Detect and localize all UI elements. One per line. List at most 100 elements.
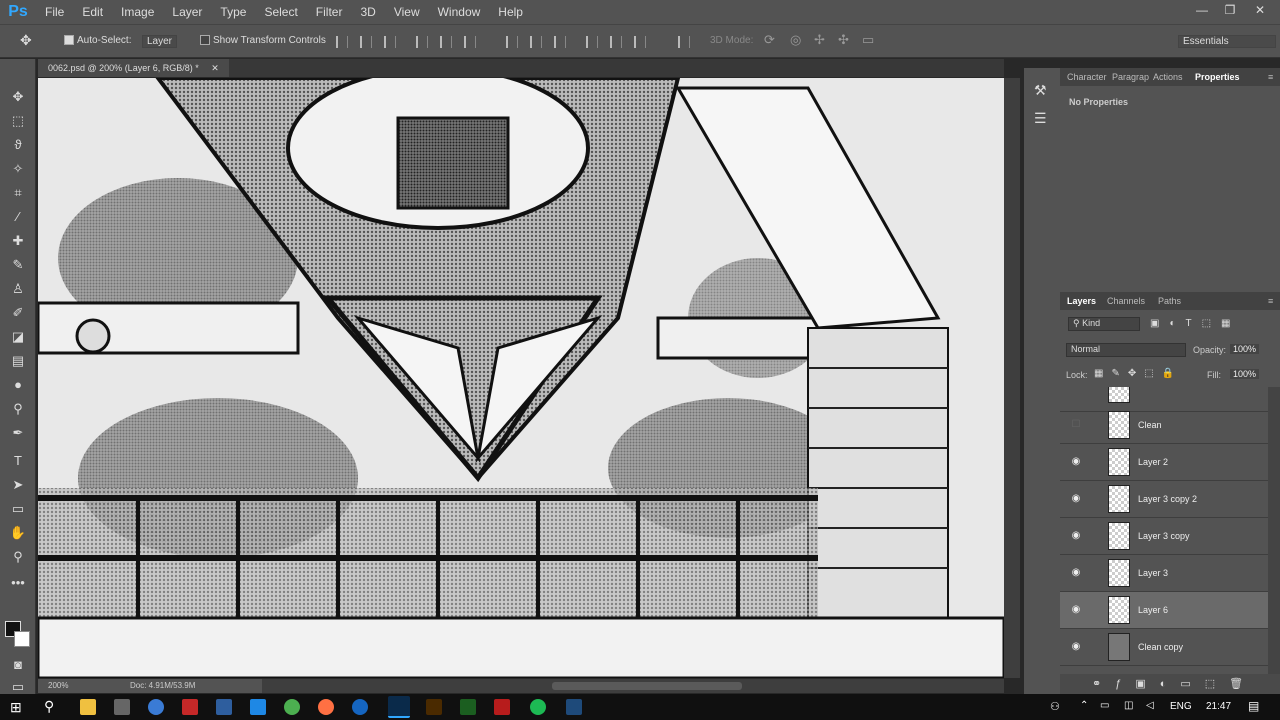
3d-orbit-icon[interactable]: ⟳ <box>764 32 775 48</box>
distribute-vcenter-icon[interactable] <box>530 36 542 48</box>
layer-row[interactable]: ◉ Layer 3 copy <box>1060 518 1268 555</box>
adjustments-panel-icon[interactable]: ☰ <box>1034 110 1047 127</box>
tab-layers[interactable]: Layers <box>1067 296 1096 306</box>
3d-slide-icon[interactable]: ✣ <box>838 32 849 48</box>
healing-brush-icon[interactable]: ✚ <box>8 231 28 251</box>
history-panel-icon[interactable]: ⚒ <box>1034 82 1047 99</box>
visibility-eye-icon[interactable]: ◉ <box>1070 604 1082 616</box>
opacity-value[interactable]: 100% <box>1230 344 1260 354</box>
close-icon[interactable]: ✕ <box>1244 0 1276 20</box>
menu-edit[interactable]: Edit <box>73 0 112 24</box>
zoom-tool-icon[interactable]: ⚲ <box>8 547 28 567</box>
align-bottom-icon[interactable] <box>384 36 396 48</box>
notifications-icon[interactable]: ▤ <box>1248 699 1259 713</box>
layer-filter-icons[interactable]: ▣◐T⬚▦ <box>1150 318 1241 329</box>
visibility-eye-icon[interactable]: ◉ <box>1070 641 1082 653</box>
auto-select-checkbox[interactable]: Auto-Select: <box>64 35 131 46</box>
illustrator-icon[interactable] <box>426 699 442 715</box>
tab-channels[interactable]: Channels <box>1107 296 1145 306</box>
app-icon[interactable] <box>216 699 232 715</box>
horizontal-scroll-thumb[interactable] <box>552 682 742 690</box>
visibility-eye-icon[interactable]: ◉ <box>1070 530 1082 542</box>
menu-file[interactable]: File <box>36 0 73 24</box>
tab-paragraph[interactable]: Paragrap <box>1112 72 1149 82</box>
workspace-dropdown[interactable]: Essentials <box>1178 35 1276 48</box>
edge-icon[interactable] <box>352 699 368 715</box>
distribute-left-icon[interactable] <box>586 36 598 48</box>
layer-row[interactable]: ◉ Layer 3 <box>1060 555 1268 592</box>
tab-character[interactable]: Character <box>1067 72 1107 82</box>
panel-menu-icon[interactable]: ≡ <box>1268 72 1273 82</box>
align-right-icon[interactable] <box>464 36 476 48</box>
layer-row[interactable]: ◉ Layer 2 <box>1060 444 1268 481</box>
layer-row[interactable]: ☐ Clean <box>1060 407 1268 444</box>
tab-properties[interactable]: Properties <box>1195 72 1240 82</box>
layers-menu-icon[interactable]: ≡ <box>1268 296 1273 306</box>
background-color-swatch[interactable] <box>14 631 30 647</box>
document-tab[interactable]: 0062.psd @ 200% (Layer 6, RGB/8) * ✕ <box>38 59 229 77</box>
menu-3d[interactable]: 3D <box>351 0 384 24</box>
more-tools-icon[interactable]: ••• <box>8 573 28 593</box>
browser-icon[interactable] <box>148 699 164 715</box>
brush-tool-icon[interactable]: ✎ <box>8 255 28 275</box>
menu-type[interactable]: Type <box>211 0 255 24</box>
filezilla-icon[interactable] <box>182 699 198 715</box>
align-left-icon[interactable] <box>416 36 428 48</box>
quick-mask-icon[interactable]: ◙ <box>8 655 28 675</box>
lasso-tool-icon[interactable]: ϑ <box>8 135 28 155</box>
align-top-icon[interactable] <box>336 36 348 48</box>
photoshop-taskbar-icon[interactable] <box>388 696 410 718</box>
spotify-icon[interactable] <box>530 699 546 715</box>
blur-tool-icon[interactable]: ● <box>8 375 28 395</box>
auto-select-dropdown[interactable]: Layer <box>142 35 178 48</box>
fill-value[interactable]: 100% <box>1230 369 1260 379</box>
3d-roll-icon[interactable]: ◎ <box>790 32 801 48</box>
terminal-icon[interactable] <box>114 699 130 715</box>
distribute-top-icon[interactable] <box>506 36 518 48</box>
windows-start-icon[interactable]: ⊞ <box>10 699 26 715</box>
menu-help[interactable]: Help <box>489 0 532 24</box>
type-tool-icon[interactable]: T <box>8 451 28 471</box>
app-icon[interactable] <box>566 699 582 715</box>
battery-icon[interactable]: ▭ <box>1100 700 1109 711</box>
tray-arrow-icon[interactable]: ⌃ <box>1080 700 1088 711</box>
distribute-hcenter-icon[interactable] <box>610 36 622 48</box>
rectangle-tool-icon[interactable]: ▭ <box>8 499 28 519</box>
hand-tool-icon[interactable]: ✋ <box>8 523 28 543</box>
tab-actions[interactable]: Actions <box>1153 72 1183 82</box>
netflix-icon[interactable] <box>494 699 510 715</box>
file-explorer-icon[interactable] <box>80 699 96 715</box>
eraser-icon[interactable]: ◪ <box>8 327 28 347</box>
visibility-off-icon[interactable]: ☐ <box>1070 419 1082 431</box>
app-icon[interactable] <box>460 699 476 715</box>
pen-tool-icon[interactable]: ✒ <box>8 423 28 443</box>
marquee-tool-icon[interactable]: ⬚ <box>8 111 28 131</box>
menu-filter[interactable]: Filter <box>307 0 352 24</box>
restore-icon[interactable]: ❐ <box>1214 0 1246 20</box>
blend-mode-dropdown[interactable]: Normal <box>1066 343 1186 357</box>
lock-icons[interactable]: ▦✎✥⬚🔒 <box>1094 368 1182 379</box>
visibility-eye-icon[interactable]: ◉ <box>1070 456 1082 468</box>
search-icon[interactable]: ⚲ <box>44 698 54 715</box>
close-tab-icon[interactable]: ✕ <box>211 63 219 73</box>
layers-footer-icons[interactable]: ⚭ƒ▣◐▭⬚🗑 <box>1060 674 1280 694</box>
layer-row[interactable]: ◉ Clean copy <box>1060 629 1268 666</box>
layer-row[interactable]: ◉ Layer 3 copy 2 <box>1060 481 1268 518</box>
clone-stamp-icon[interactable]: ♙ <box>8 279 28 299</box>
clock[interactable]: 21:47 <box>1206 701 1231 712</box>
vscode-icon[interactable] <box>250 699 266 715</box>
layer-row-selected[interactable]: ◉ Layer 6 <box>1060 592 1268 629</box>
visibility-eye-icon[interactable]: ◉ <box>1070 493 1082 505</box>
layer-filter-dropdown[interactable]: ⚲ Kind <box>1068 317 1140 331</box>
eyedropper-icon[interactable]: ⁄ <box>8 207 28 227</box>
layers-scrollbar[interactable] <box>1268 387 1280 675</box>
people-icon[interactable]: ⚇ <box>1050 700 1060 713</box>
chrome-icon[interactable] <box>284 699 300 715</box>
menu-image[interactable]: Image <box>112 0 163 24</box>
gradient-tool-icon[interactable]: ▤ <box>8 351 28 371</box>
menu-select[interactable]: Select <box>255 0 306 24</box>
3d-scale-icon[interactable]: ▭ <box>862 32 874 48</box>
language-indicator[interactable]: ENG <box>1170 701 1192 712</box>
menu-view[interactable]: View <box>385 0 429 24</box>
document-canvas[interactable] <box>38 78 1004 678</box>
